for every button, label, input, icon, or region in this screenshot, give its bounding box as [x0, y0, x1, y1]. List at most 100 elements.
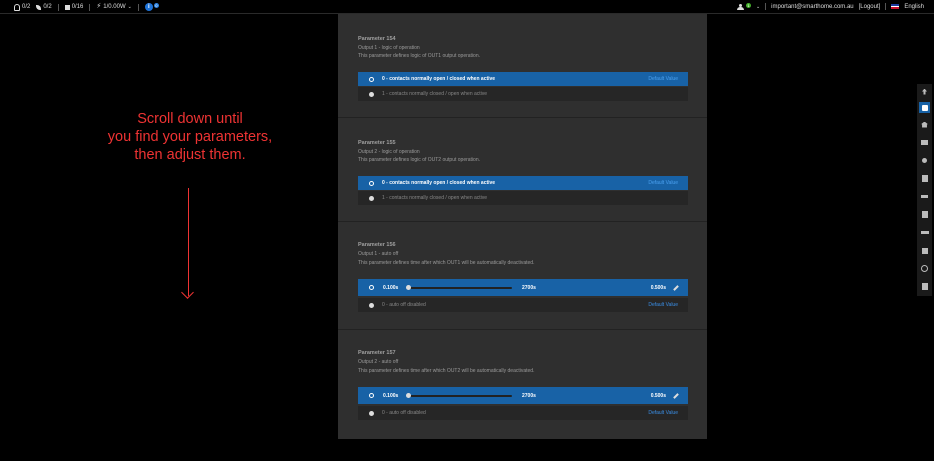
logout-icon[interactable] — [919, 281, 930, 292]
parameter-description: This parameter defines time after which … — [358, 368, 535, 374]
device-icon — [64, 4, 70, 10]
default-value-link[interactable]: Default Value — [648, 410, 678, 416]
user-badge: 1 — [745, 2, 751, 8]
option-normally-open[interactable]: 0 - contacts normally open / closed when… — [358, 72, 688, 86]
option-label: 1 - contacts normally closed / open when… — [382, 195, 488, 201]
account-group: 1 ⌄ important@smarthome.com.au [Logout] … — [736, 2, 924, 10]
clipboard-icon[interactable] — [919, 173, 930, 184]
divider — [57, 3, 59, 11]
account-email[interactable]: important@smarthome.com.au — [771, 4, 853, 10]
server-icon[interactable] — [919, 209, 930, 220]
pencil-icon[interactable] — [673, 284, 679, 291]
tools-icon[interactable] — [919, 191, 930, 202]
arrow-down-icon — [181, 286, 194, 299]
info-badge: 0 — [153, 2, 159, 8]
resize-icon[interactable] — [919, 227, 930, 238]
parameters-panel: Parameter 154 Output 1 - logic of operat… — [338, 14, 707, 439]
arrow-up-icon[interactable] — [919, 86, 930, 97]
divider — [765, 3, 767, 10]
side-toolbar — [917, 84, 932, 296]
uk-flag-icon[interactable] — [891, 4, 900, 9]
slider-min-label: 0.100s — [383, 392, 399, 399]
instruction-text: Scroll down until you find your paramete… — [85, 110, 295, 164]
option-label: 0 - contacts normally open / closed when… — [382, 180, 496, 186]
option-normally-closed[interactable]: 1 - contacts normally closed / open when… — [358, 191, 688, 205]
power-value: 1/0.00W — [103, 4, 126, 10]
default-value-link[interactable]: Default Value — [648, 76, 678, 82]
parameter-154: Parameter 154 Output 1 - logic of operat… — [338, 14, 707, 118]
slider-handle[interactable] — [406, 285, 411, 290]
power-status[interactable]: ⚡ 1/0.00W ⌄ — [96, 3, 132, 10]
option-auto-off-time[interactable]: 0.100s 2700s 0.500s — [358, 387, 688, 404]
option-label: 1 - contacts normally closed / open when… — [382, 91, 488, 97]
plants-status[interactable]: 0/2 — [36, 4, 52, 10]
lights-status[interactable]: 0/2 — [14, 3, 30, 11]
location-icon[interactable] — [919, 263, 930, 274]
radio-unselected[interactable] — [369, 302, 374, 308]
option-normally-closed[interactable]: 1 - contacts normally closed / open when… — [358, 87, 688, 101]
radio-unselected[interactable] — [369, 91, 374, 97]
status-group: 0/2 0/2 0/16 ⚡ 1/0.00W ⌄ i 0 — [14, 2, 165, 11]
instruction-line-1: Scroll down until — [137, 111, 243, 127]
devices-count: 0/16 — [71, 4, 84, 10]
default-value-link[interactable]: Default Value — [648, 302, 678, 308]
slider-handle[interactable] — [406, 393, 411, 398]
slider-value: 0.500s — [650, 392, 666, 399]
instruction-line-3: then adjust them. — [134, 147, 246, 163]
parameter-155: Parameter 155 Output 2 - logic of operat… — [338, 118, 707, 222]
slider-max-label: 2700s — [522, 392, 536, 399]
chevron-down-icon[interactable]: ⌄ — [756, 4, 760, 10]
chevron-down-icon[interactable]: ⌄ — [128, 4, 132, 10]
language-selector[interactable]: English — [904, 4, 924, 10]
parameter-title: Parameter 154 — [358, 36, 396, 42]
info-status[interactable]: i 0 — [144, 2, 159, 11]
option-label: 0 - contacts normally open / closed when… — [382, 76, 496, 82]
option-auto-off-disabled[interactable]: 0 - auto off disabled Default Value — [358, 406, 688, 420]
radio-selected[interactable] — [369, 76, 374, 82]
parameter-157: Parameter 157 Output 2 - auto off This p… — [338, 330, 707, 439]
option-normally-open[interactable]: 0 - contacts normally open / closed when… — [358, 176, 688, 190]
auto-off-slider[interactable] — [408, 286, 512, 289]
radio-unselected[interactable] — [369, 410, 374, 416]
arrow-down-line — [188, 188, 189, 296]
user-icon[interactable] — [736, 3, 744, 10]
option-label: 0 - auto off disabled — [382, 410, 426, 416]
home-icon[interactable] — [919, 119, 930, 130]
radio-unselected[interactable] — [369, 195, 374, 201]
auto-off-slider[interactable] — [408, 394, 512, 397]
parameter-156: Parameter 156 Output 1 - auto off This p… — [338, 222, 707, 330]
pencil-icon[interactable] — [673, 392, 679, 399]
devices-status[interactable]: 0/16 — [64, 4, 84, 10]
instruction-line-2: you find your parameters, — [107, 129, 273, 145]
radio-selected[interactable] — [369, 285, 374, 290]
default-value-link[interactable]: Default Value — [648, 180, 678, 186]
bolt-icon: ⚡ — [96, 3, 102, 10]
parameter-subtitle: Output 2 - logic of operation — [358, 149, 420, 155]
radio-selected[interactable] — [369, 393, 374, 398]
parameter-title: Parameter 156 — [358, 242, 396, 248]
logout-link[interactable]: [Logout] — [859, 4, 881, 10]
divider — [885, 3, 887, 10]
parameter-title: Parameter 155 — [358, 140, 396, 146]
chat-icon[interactable] — [919, 137, 930, 148]
marker-icon[interactable] — [919, 155, 930, 166]
leaf-icon — [36, 4, 42, 10]
export-icon[interactable] — [919, 245, 930, 256]
save-icon[interactable] — [919, 102, 930, 113]
option-auto-off-disabled[interactable]: 0 - auto off disabled Default Value — [358, 298, 688, 312]
parameter-description: This parameter defines time after which … — [358, 260, 535, 266]
divider — [89, 3, 91, 11]
plants-count: 0/2 — [43, 4, 52, 10]
parameter-subtitle: Output 2 - auto off — [358, 359, 399, 365]
slider-value: 0.500s — [650, 284, 666, 291]
divider — [137, 3, 139, 11]
parameter-subtitle: Output 1 - auto off — [358, 251, 399, 257]
slider-min-label: 0.100s — [383, 284, 399, 291]
info-icon[interactable]: i — [144, 3, 153, 11]
parameter-subtitle: Output 1 - logic of operation — [358, 45, 420, 51]
radio-selected[interactable] — [369, 180, 374, 186]
parameter-description: This parameter defines logic of OUT2 out… — [358, 157, 481, 163]
parameter-title: Parameter 157 — [358, 350, 396, 356]
option-auto-off-time[interactable]: 0.100s 2700s 0.500s — [358, 279, 688, 296]
parameter-description: This parameter defines logic of OUT1 out… — [358, 53, 481, 59]
